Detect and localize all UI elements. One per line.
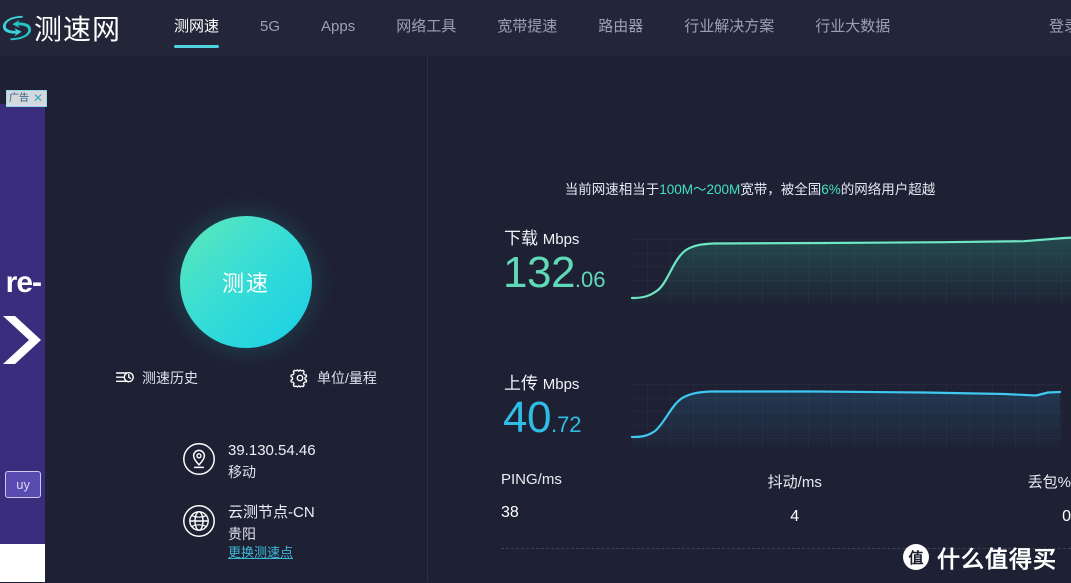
upload-value: 40.72 [503,396,582,440]
nav-item-router[interactable]: 路由器 [598,16,643,41]
upload-label: 上传 [504,374,538,393]
stat-jitter-label: 抖动/ms [767,474,822,491]
status-prefix: 当前网速相当于 [564,182,660,197]
stat-packetloss-value: 0 [1062,508,1071,525]
upload-unit: Mbps [542,376,580,393]
ad-label-text: 广告 [9,93,29,104]
ip-info-row: 39.130.54.46 移动 [182,440,432,482]
upload-value-int: 40 [503,393,551,442]
download-metric-group: 下载 Mbps 132.06 [429,224,1071,344]
main-nav: 测网速 5G Apps 网络工具 宽带提速 路由器 行业解决方案 行业大数据 登… [174,0,1071,56]
server-info-row: 云测节点-CN 贵阳 更换测速点 [182,502,432,563]
download-value: 132.06 [503,251,606,295]
stat-jitter: 抖动/ms 4 [768,471,822,526]
download-label: 下载 [504,229,538,248]
main-content: 测速 测速历史 单位/量程 39.130.54.46 移动 云测节点-CN 贵阳… [45,56,1071,582]
ad-label-group: 广告 ✕ [6,90,48,107]
network-stats-row: PING/ms 38 抖动/ms 4 丢包% 0 [501,471,1071,526]
upload-chart-svg [630,381,1062,449]
stat-jitter-value: 4 [790,508,800,525]
watermark: 值 什么值得买 [903,540,1057,574]
server-city: 贵阳 [228,525,256,542]
stat-ping: PING/ms 38 [501,471,562,526]
upload-chart [624,371,1071,469]
nav-item-apps[interactable]: Apps [321,16,355,41]
speedtest-history-button[interactable]: 测速历史 [115,368,198,388]
ip-address: 39.130.54.46 [228,442,316,459]
download-value-int: 132 [503,248,575,297]
download-unit: Mbps [542,231,580,248]
start-speedtest-label: 测速 [221,271,270,296]
nav-item-speedtest[interactable]: 测网速 [174,16,220,48]
ad-headline: re- [5,266,42,299]
chevron-right-icon [3,316,41,364]
stat-packetloss-label: 丢包% [1027,474,1071,491]
server-info-lines: 云测节点-CN 贵阳 更换测速点 [228,502,315,563]
history-icon [115,371,134,383]
site-header: 测速网 测网速 5G Apps 网络工具 宽带提速 路由器 行业解决方案 行业大… [0,0,1071,56]
ad-banner[interactable]: re- uy [0,104,45,544]
ad-cta-button[interactable]: uy [5,471,41,498]
status-percentile: 6% [821,182,841,197]
logo-text: 测速网 [34,14,122,45]
site-logo[interactable]: 测速网 [2,8,152,48]
download-chart [624,226,1071,324]
nav-item-5g[interactable]: 5G [260,16,280,41]
units-range-button[interactable]: 单位/量程 [290,368,377,388]
speedtest-left-panel: 测速 测速历史 单位/量程 39.130.54.46 移动 云测节点-CN 贵阳… [45,56,428,582]
globe-icon [183,505,215,537]
nav-item-broadband-speedup[interactable]: 宽带提速 [497,16,557,41]
location-pin-icon [183,443,215,475]
connection-info: 39.130.54.46 移动 云测节点-CN 贵阳 更换测速点 [182,440,432,583]
stat-ping-value: 38 [501,504,519,521]
server-node: 云测节点-CN [228,504,315,522]
close-icon[interactable]: ✕ [30,92,45,105]
nav-item-industry-solutions[interactable]: 行业解决方案 [684,16,774,41]
download-chart-svg [630,236,1071,304]
isp-name: 移动 [228,463,256,480]
download-value-dec: .06 [574,267,606,292]
gear-icon [290,369,308,388]
download-label-row: 下载 Mbps [504,224,579,249]
stat-ping-label: PING/ms [501,471,562,488]
change-server-link[interactable]: 更换测速点 [228,544,315,563]
watermark-badge: 值 [903,544,929,570]
ad-content: re- uy [0,104,45,544]
watermark-text: 什么值得买 [937,546,1057,572]
nav-item-industry-bigdata[interactable]: 行业大数据 [815,16,890,41]
nav-item-login[interactable]: 登录 [1049,16,1071,41]
status-suffix: 的网络用户超越 [840,182,936,197]
speedtest-results-panel: 当前网速相当于100M～200M宽带，被全国6%的网络用户超越 下载 Mbps … [429,56,1071,582]
left-panel-actions: 测速历史 单位/量程 [115,368,415,388]
ip-info-lines: 39.130.54.46 移动 [228,440,316,482]
swoosh-logo-icon [2,15,32,41]
stat-packetloss: 丢包% 0 [1028,471,1071,526]
speedtest-history-label: 测速历史 [142,370,198,386]
status-middle: 宽带，被全国 [740,182,822,197]
ad-footer-block [0,544,45,582]
upload-label-row: 上传 Mbps [504,369,579,394]
upload-value-dec: .72 [550,412,582,437]
status-message: 当前网速相当于100M～200M宽带，被全国6%的网络用户超越 [429,178,1071,198]
units-range-label: 单位/量程 [317,370,377,386]
start-speedtest-button[interactable]: 测速 [180,216,312,348]
nav-item-network-tools[interactable]: 网络工具 [396,16,456,41]
status-speed-range: 100M～200M [659,182,741,197]
